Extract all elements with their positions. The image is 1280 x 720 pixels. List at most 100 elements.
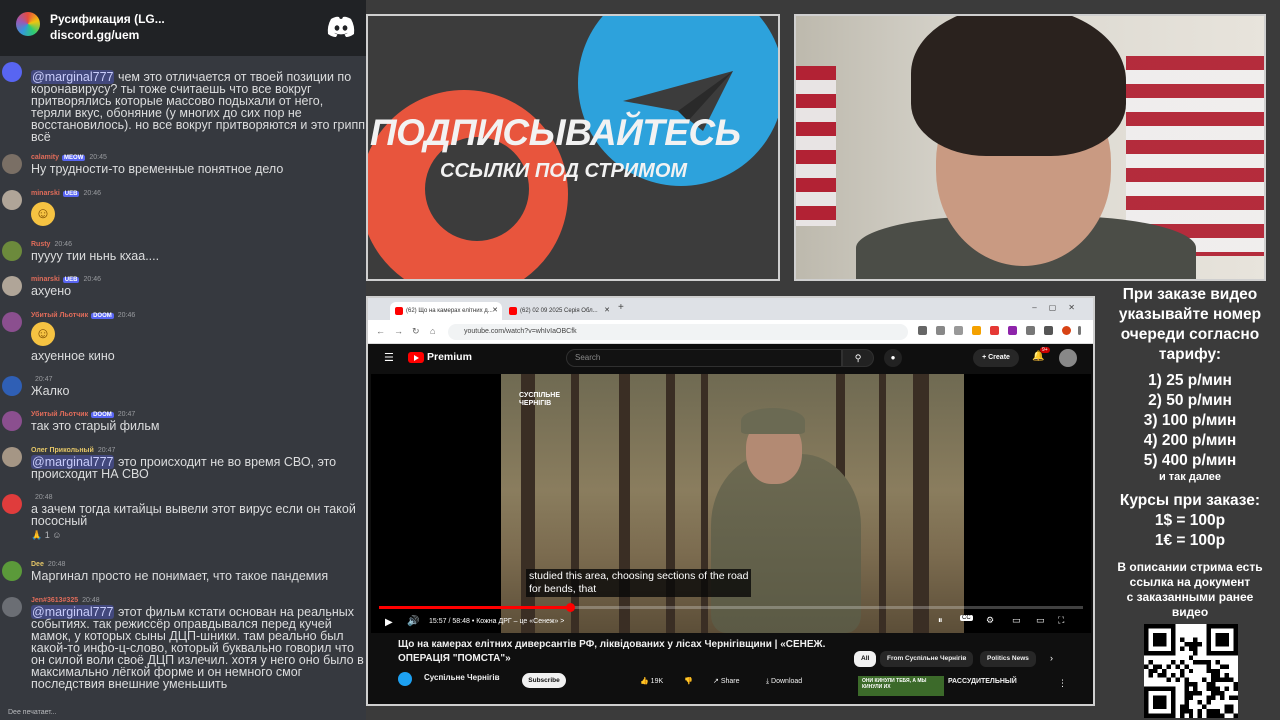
subscribe-button[interactable]: Subscribe [522,673,566,688]
username[interactable]: Олег Прикольный 20:47 [31,447,115,454]
back-icon[interactable]: ← [376,326,385,336]
fullscreen-icon[interactable]: ⛶ [1058,615,1064,626]
recommended-thumbnail[interactable]: ОНИ КИНУЛИ ТЕБЯ, А МЫ КИНУЛИ ИХ [858,676,944,696]
subtitles-icon[interactable]: CC [960,615,973,621]
user-badge: UEB [62,191,80,197]
avatar [2,494,22,514]
message-list: @marginal777 чем это отличается от твоей… [0,56,366,720]
extension-icon[interactable] [990,326,999,335]
username[interactable]: 20:47 [31,376,53,383]
theater-mode-icon[interactable]: ▭ [1036,615,1045,626]
chevron-right-icon[interactable]: › [1050,653,1053,663]
avatar [2,190,22,210]
browser-tab[interactable]: (62) 02 09 2025 Серія Обл... ✕ [504,302,614,320]
dislike-icon[interactable]: 👎 [684,674,693,689]
soldier-cap [741,408,805,434]
window-controls[interactable]: –▢✕ [1032,303,1087,312]
progress-fill [379,606,571,609]
microphone-icon[interactable]: ● [884,349,902,367]
username[interactable]: Dee 20:48 [31,561,65,568]
timestamp: 20:48 [82,597,100,604]
streamer-hair [911,16,1126,156]
timestamp: 20:46 [83,276,101,283]
message-text: ахуено [31,284,72,298]
video-player[interactable]: СУСПІЛЬНЕ ЧЕРНІГІВ studied this area, ch… [371,374,1091,633]
sidebar-icon[interactable] [1044,326,1053,335]
progress-bar[interactable] [379,603,1083,612]
channel-name[interactable]: Суспільне Чернігів [424,673,500,682]
rates-title: Курсы при заказе: [1119,492,1261,509]
timestamp: 20:47 [117,411,136,418]
miniplayer-icon[interactable]: ▭ [1012,615,1021,626]
description-note: В описании стрима есть [1117,560,1263,574]
chip-politics-news[interactable]: Politics News [980,651,1036,667]
like-button[interactable]: 👍 19K [640,674,663,689]
username[interactable]: minarski UEB 20:46 [31,276,101,283]
video-caption: studied this area, choosing sections of … [526,569,752,597]
username[interactable]: Rusty 20:46 [31,241,72,248]
forward-icon[interactable]: → [394,326,403,336]
youtube-brand[interactable]: Premium [427,351,472,363]
subscribe-promo: ПОДПИСЫВАЙТЕСЬ ССЫЛКИ ПОД СТРИМОМ [366,14,780,281]
tree-trunk [913,374,929,633]
reaction[interactable]: 🙏 1 ☺ [31,530,61,541]
url-input[interactable]: youtube.com/watch?v=whIvIaOBCfk [448,324,908,340]
recommended-title[interactable]: РАССУДИТЕЛЬНЫЙ [948,678,1017,685]
extension-icon[interactable] [972,326,981,335]
puzzle-icon[interactable] [1026,326,1035,335]
video-info: Що на камерах елітних диверсантів РФ, лі… [368,634,1093,704]
search-input[interactable]: Search [566,349,842,367]
reload-icon[interactable]: ↻ [412,326,420,337]
extension-icon[interactable] [1008,326,1017,335]
new-tab-icon[interactable]: + [618,302,624,313]
extension-icons [918,325,1088,339]
username[interactable]: Jen#3613#325 20:48 [31,597,100,604]
avatar [2,597,22,617]
timestamp: 20:48 [47,561,66,568]
username[interactable]: minarski UEB 20:46 [31,190,101,197]
home-icon[interactable]: ⌂ [430,326,435,336]
typing-indicator: Dee печатает... [8,709,57,716]
message-text: так это старый фильм [31,419,160,433]
description-note: видео [1171,605,1209,619]
search-icon[interactable]: ⚲ [842,349,874,367]
timestamp: 20:46 [117,312,136,319]
chapter-label[interactable]: • Кожна ДРГ – це «Сенеж» > [472,618,565,625]
tree-trunk [879,374,886,633]
profile-icon[interactable] [1062,326,1071,335]
star-icon[interactable] [954,326,963,335]
user-badge: UEB [62,277,80,283]
chip-from-channel[interactable]: From Суспільне Чернігів [880,651,974,667]
autoplay-toggle-icon[interactable]: ⏸ [938,615,943,626]
stream-layout: Русификация (LG... discord.gg/uem @margi… [0,0,1280,720]
username[interactable]: Убитый Льотчик DOOM 20:46 [31,312,135,319]
channel-avatar[interactable] [398,672,412,686]
timestamp: 20:46 [54,241,72,248]
more-options-icon[interactable]: ⋮ [1058,678,1067,689]
user-badge: DOOM [91,412,114,418]
youtube-logo-icon[interactable] [408,352,424,363]
username[interactable]: Убитый Льотчик DOOM 20:47 [31,411,135,418]
volume-icon[interactable]: 🔊 [407,616,419,627]
close-icon[interactable]: ✕ [492,302,498,320]
pricing-tier: 3) 100 р/мин [1143,412,1237,429]
account-avatar[interactable] [1059,349,1077,367]
chip-all[interactable]: All [854,651,877,667]
server-invite[interactable]: discord.gg/uem [50,28,139,42]
hamburger-menu-icon[interactable]: ☰ [384,351,394,364]
message-text: @marginal777 чем это отличается от твоей… [31,70,365,144]
share-button[interactable]: ↗ Share [713,674,740,689]
download-button[interactable]: ⤓ Download [766,674,802,689]
zoom-icon[interactable] [936,326,945,335]
create-button[interactable]: + Create [973,349,1019,367]
username[interactable]: 20:48 [31,494,53,501]
cast-icon[interactable] [918,326,927,335]
close-icon[interactable]: ✕ [604,302,610,320]
laughing-emoji-icon: ☺ [31,202,55,226]
menu-dots-icon[interactable] [1078,326,1081,335]
play-icon[interactable]: ▶ [385,617,393,628]
browser-tab-active[interactable]: (62) Що на камерах елітних д... ✕ [390,302,502,320]
username[interactable]: calamity MEOW 20:45 [31,154,107,161]
settings-gear-icon[interactable]: ⚙ [986,615,994,626]
discord-icon [327,16,355,37]
